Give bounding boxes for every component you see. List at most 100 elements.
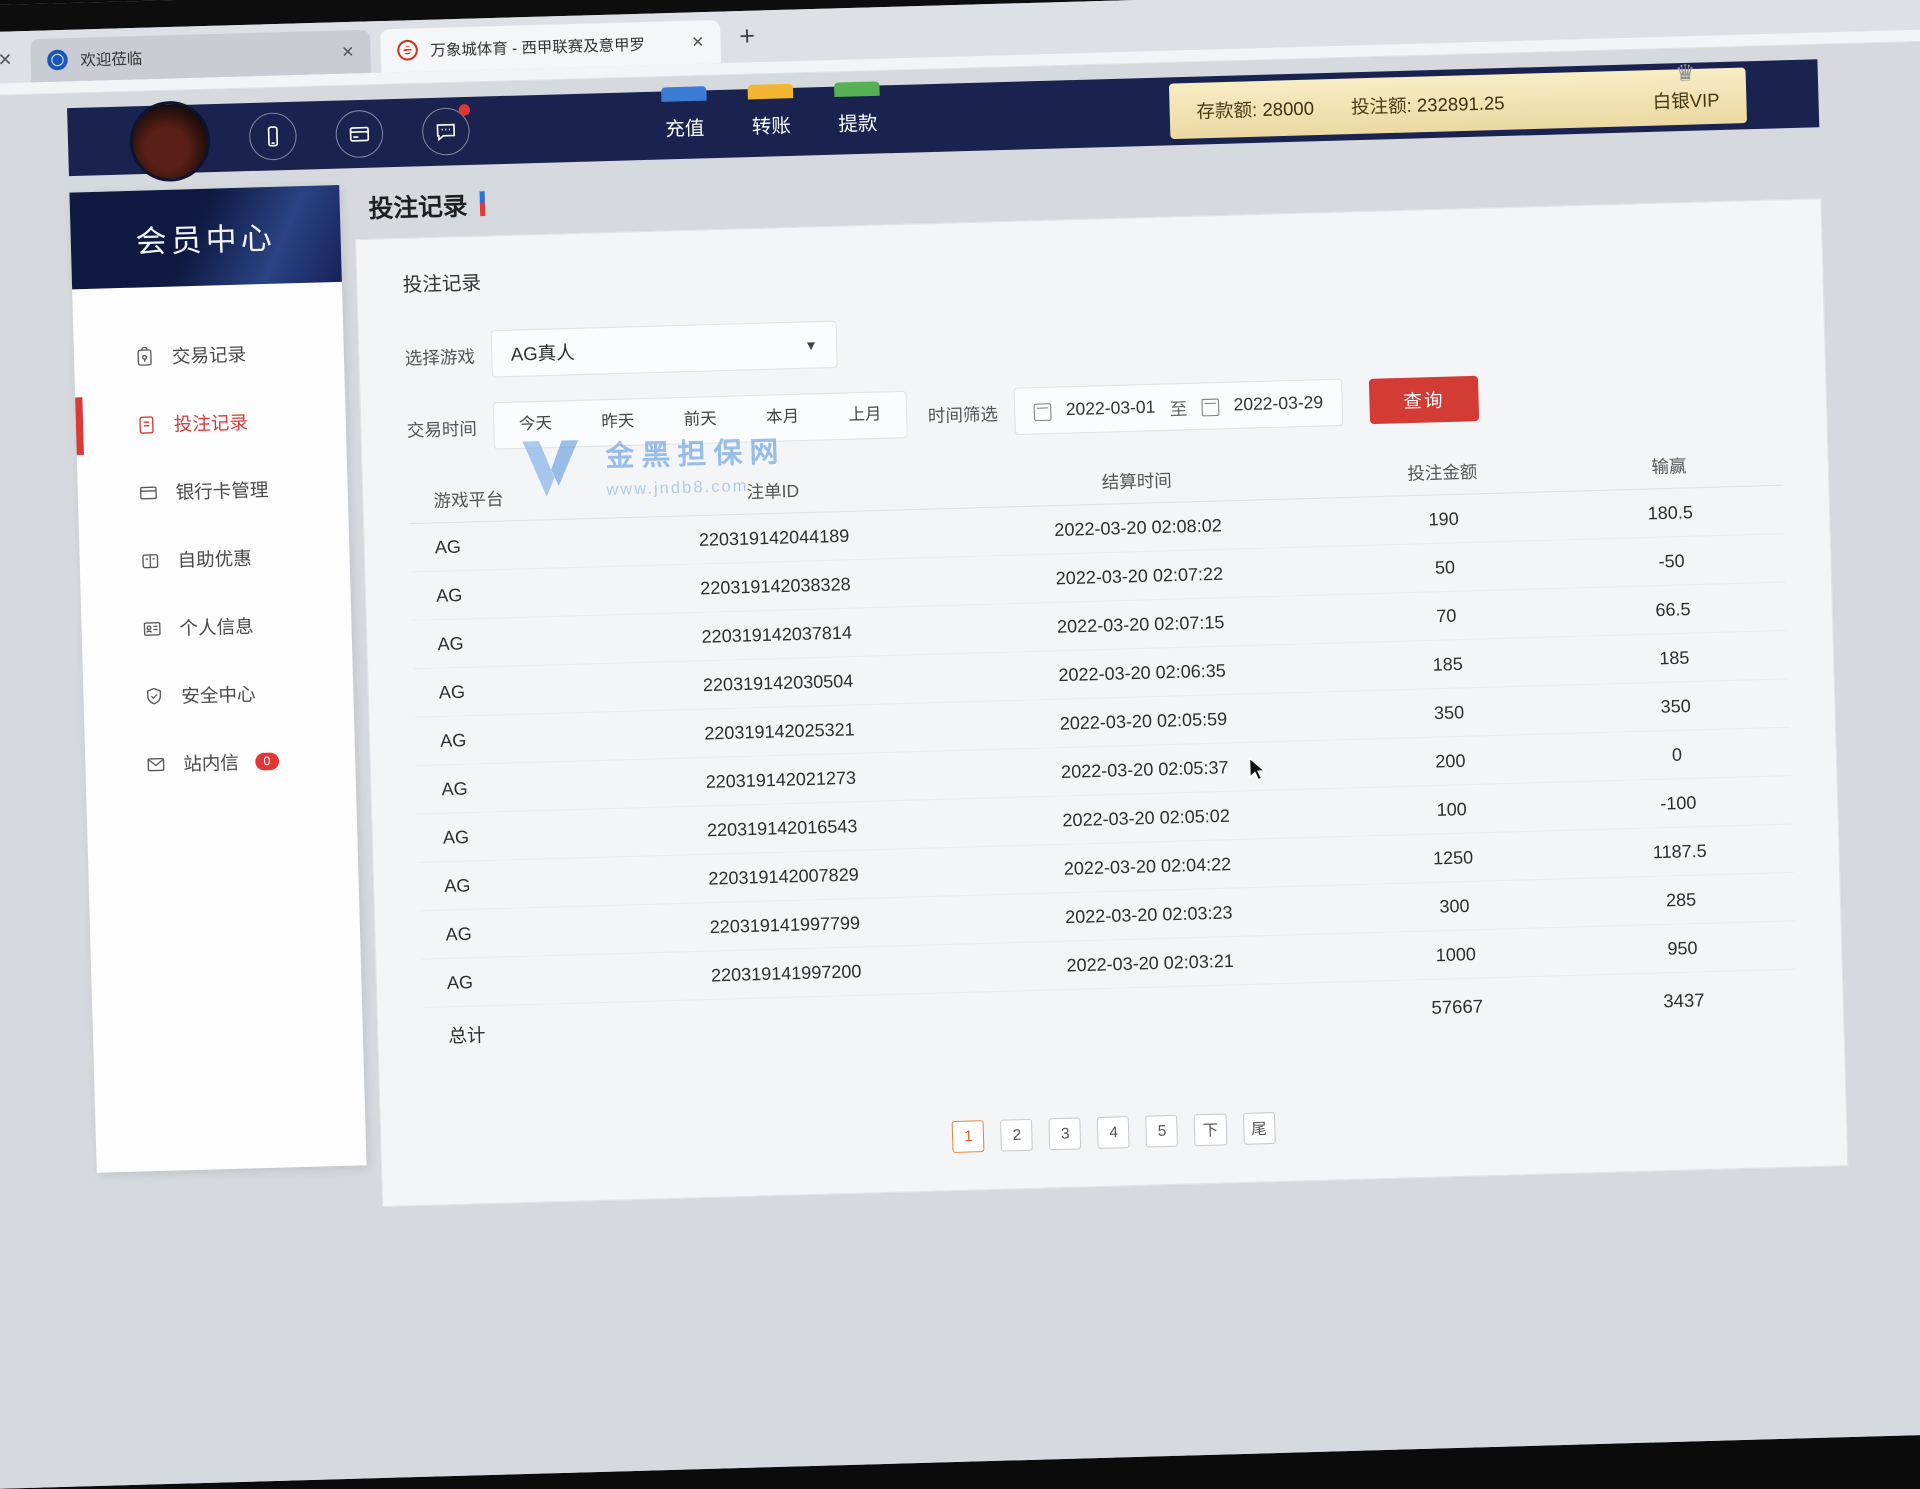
bet-records-table: 游戏平台 注单ID 结算时间 投注金额 输赢 AG220319142044189… <box>408 438 1798 1063</box>
vip-level[interactable]: ♛ 白银VIP <box>1652 80 1720 115</box>
sidebar-item-label: 个人信息 <box>179 612 254 641</box>
sidebar-item-profile[interactable]: 个人信息 <box>81 589 353 664</box>
sidebar-item-label: 交易记录 <box>171 340 246 369</box>
text-cursor-icon <box>479 191 485 216</box>
globe-favicon-icon <box>47 49 68 70</box>
header-winloss: 输赢 <box>1555 449 1782 481</box>
calendar-icon <box>1034 403 1052 421</box>
sidebar-item-label: 投注记录 <box>173 408 248 437</box>
phone-icon <box>260 124 285 149</box>
new-tab-button[interactable]: + <box>739 20 756 52</box>
game-select-label: 选择游戏 <box>404 341 475 369</box>
total-label: 总计 <box>423 1017 616 1049</box>
time-filter-label: 交易时间 <box>406 414 477 442</box>
vip-label: 白银VIP <box>1652 90 1720 112</box>
quick-lastmonth-button[interactable]: 上月 <box>823 392 907 440</box>
bet-label: 投注额: <box>1351 95 1412 117</box>
page: 充值 转账 提款 存款额: 28000 <box>0 42 1920 1489</box>
search-button[interactable]: 查询 <box>1369 376 1479 424</box>
tab-peek-green <box>834 81 880 97</box>
tab-close-icon[interactable]: ✕ <box>691 33 704 52</box>
mail-icon <box>145 753 167 775</box>
coupon-icon <box>139 549 161 571</box>
deposit-amount: 存款额: 28000 <box>1196 94 1314 124</box>
close-icon[interactable]: ✕ <box>0 50 13 71</box>
document-icon <box>135 413 157 435</box>
tab-title: 万象城体育 - 西甲联赛及意甲罗 <box>430 32 679 61</box>
nav-recharge-label: 充值 <box>665 118 705 141</box>
sidebar-item-label: 银行卡管理 <box>175 476 268 505</box>
nav-withdraw-label: 提款 <box>838 113 878 136</box>
page-button-1[interactable]: 1 <box>952 1120 985 1153</box>
bank-card-icon <box>347 121 372 146</box>
nav-transfer-label: 转账 <box>751 115 791 138</box>
pagination: 1 2 3 4 5 下 尾 <box>427 1097 1801 1167</box>
crown-icon: ♛ <box>1675 60 1696 87</box>
bet-amount: 投注额: 232891.25 <box>1351 89 1505 120</box>
deposit-label: 存款额: <box>1196 100 1257 122</box>
navbar-links: 充值 转账 提款 <box>665 104 878 142</box>
page-button-3[interactable]: 3 <box>1049 1117 1082 1150</box>
nav-transfer[interactable]: 转账 <box>751 106 791 139</box>
total-winloss-value: 3437 <box>1570 987 1797 1015</box>
sidebar-item-promotions[interactable]: 自助优惠 <box>79 521 351 596</box>
tab-peek-blue <box>661 86 707 102</box>
nav-withdraw[interactable]: 提款 <box>838 104 878 137</box>
section-label: 投注记录 <box>402 231 1776 297</box>
total-bet-value: 57667 <box>1344 993 1571 1021</box>
quick-yesterday-button[interactable]: 昨天 <box>576 399 660 447</box>
bank-card-icon <box>137 481 159 503</box>
date-to-separator: 至 <box>1169 394 1187 420</box>
date-to-input[interactable]: 2022-03-29 <box>1233 393 1323 416</box>
unread-badge: 0 <box>255 752 279 770</box>
header-bet-id: 注单ID <box>601 472 945 507</box>
calendar-icon <box>1201 398 1219 416</box>
range-filter-label: 时间筛选 <box>927 399 998 427</box>
sidebar-item-bet-records[interactable]: 投注记录 <box>75 385 347 460</box>
sidebar-item-transactions[interactable]: 交易记录 <box>73 317 345 392</box>
sidebar-title: 会员中心 <box>135 213 276 262</box>
page-last-button[interactable]: 尾 <box>1242 1112 1275 1145</box>
main-content: 投注记录 投注记录 选择游戏 AG真人 ▼ <box>354 144 1849 1207</box>
customer-service-button[interactable] <box>422 107 471 156</box>
game-select-value: AG真人 <box>510 338 575 367</box>
sidebar-item-bank-cards[interactable]: 银行卡管理 <box>77 453 349 528</box>
bet-records-panel: 投注记录 选择游戏 AG真人 ▼ 交易时间 <box>355 198 1848 1207</box>
quick-today-button[interactable]: 今天 <box>494 401 578 449</box>
date-range-picker: 2022-03-01 至 2022-03-29 <box>1014 379 1344 436</box>
quick-thismonth-button[interactable]: 本月 <box>741 394 825 442</box>
mobile-app-button[interactable] <box>249 112 298 161</box>
tab-close-icon[interactable]: ✕ <box>341 42 354 61</box>
page-next-button[interactable]: 下 <box>1194 1113 1227 1146</box>
sidebar-header: 会员中心 <box>69 185 341 289</box>
header-bet-amount: 投注金额 <box>1329 455 1556 487</box>
game-select[interactable]: AG真人 ▼ <box>491 321 838 378</box>
sidebar-item-messages[interactable]: 站内信 0 <box>84 725 356 800</box>
page-button-5[interactable]: 5 <box>1146 1115 1179 1148</box>
site-logo[interactable] <box>129 100 212 183</box>
monitor-screen: ✕ 欢迎莅临 ✕ 万象城体育 - 西甲联赛及意甲罗 ✕ + <box>0 0 1920 1489</box>
mouse-cursor-icon <box>1247 757 1270 782</box>
date-from-input[interactable]: 2022-03-01 <box>1066 397 1156 420</box>
tab-title: 欢迎莅临 <box>80 42 329 71</box>
quick-date-group: 今天 昨天 前天 本月 上月 <box>493 391 908 450</box>
sidebar-item-label: 自助优惠 <box>177 544 252 573</box>
header-platform: 游戏平台 <box>408 482 601 513</box>
bet-value: 232891.25 <box>1417 93 1505 116</box>
page-button-2[interactable]: 2 <box>1001 1119 1034 1152</box>
balance-panel: 存款额: 28000 投注额: 232891.25 ♛ 白银VIP <box>1169 67 1747 139</box>
sidebar-item-security[interactable]: 安全中心 <box>83 657 355 732</box>
nav-recharge[interactable]: 充值 <box>665 108 705 141</box>
sidebar-item-label: 站内信 <box>183 748 239 776</box>
sidebar-item-label: 安全中心 <box>181 680 256 709</box>
seal-favicon-icon <box>397 40 418 61</box>
notification-dot <box>459 104 471 116</box>
tab-peek-yellow <box>748 83 794 99</box>
chat-icon <box>433 119 458 144</box>
member-sidebar: 会员中心 交易记录 投注记录 <box>69 185 366 1173</box>
page-title: 投注记录 <box>368 186 468 225</box>
bank-card-button[interactable] <box>335 110 384 159</box>
shield-check-icon <box>143 685 165 707</box>
quick-daybefore-button[interactable]: 前天 <box>658 396 742 444</box>
page-button-4[interactable]: 4 <box>1097 1116 1130 1149</box>
